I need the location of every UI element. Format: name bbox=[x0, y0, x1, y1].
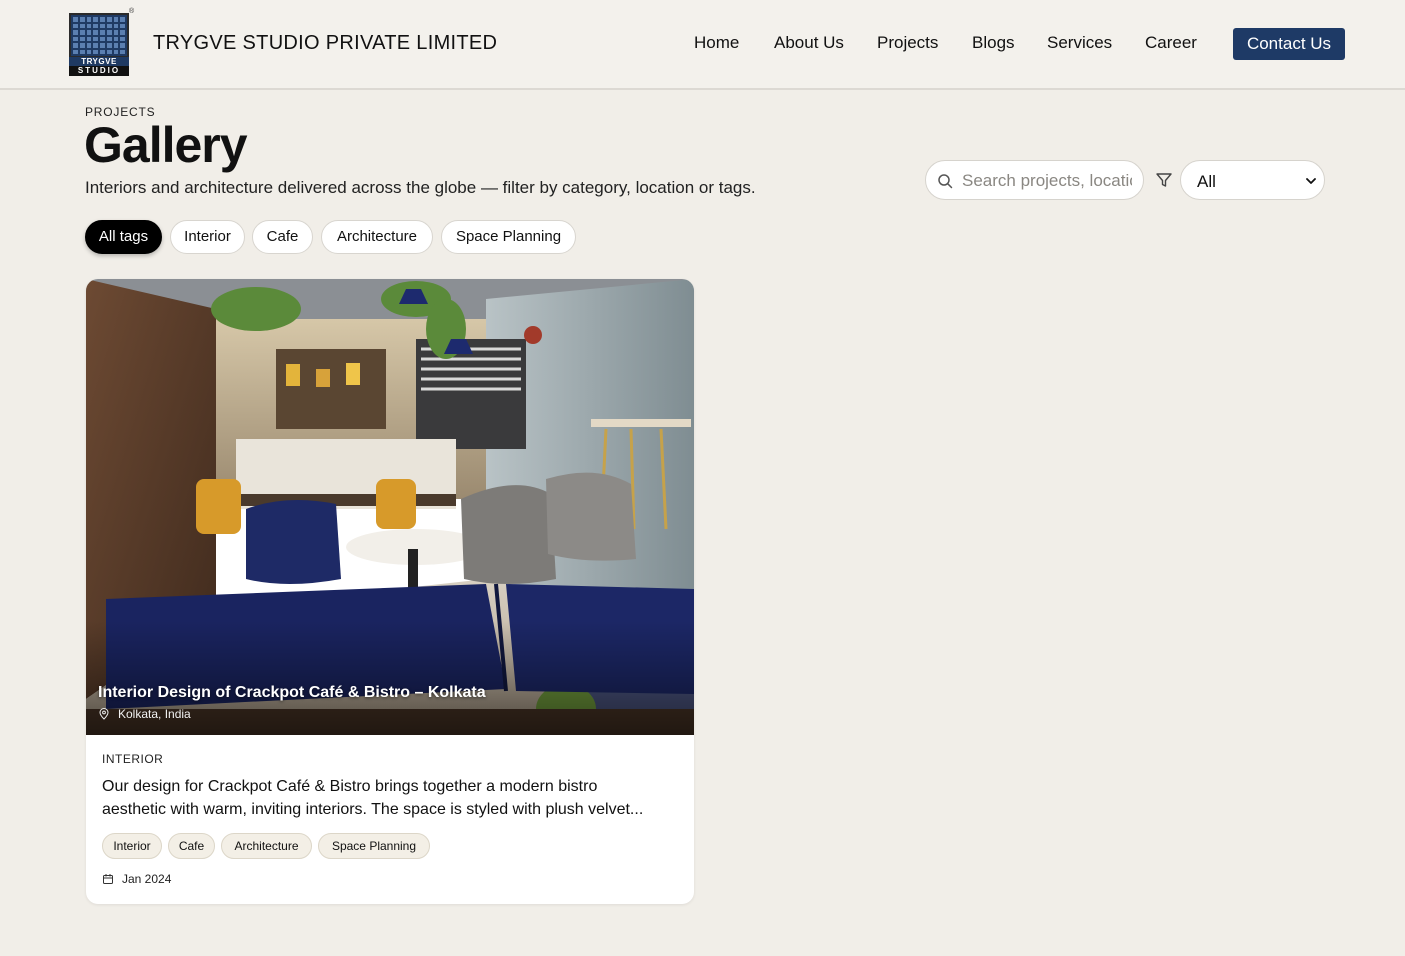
card-tag-cafe[interactable]: Cafe bbox=[168, 833, 215, 859]
calendar-icon bbox=[103, 874, 113, 884]
project-card[interactable]: Interior Design of Crackpot Café & Bistr… bbox=[86, 279, 694, 904]
card-tag-space-planning[interactable]: Space Planning bbox=[318, 833, 430, 859]
card-title[interactable]: Interior Design of Crackpot Café & Bistr… bbox=[98, 684, 486, 702]
trygve-logo[interactable]: TRYGVE STUDIO ® bbox=[69, 8, 135, 77]
card-description-line-1: Our design for Crackpot Café & Bistro br… bbox=[102, 778, 598, 795]
chevron-down-icon bbox=[1306, 178, 1316, 184]
logo-grid-mark bbox=[69, 13, 129, 58]
tag-chip-interior[interactable]: Interior bbox=[170, 220, 245, 254]
card-tag-interior[interactable]: Interior bbox=[102, 833, 162, 859]
tag-chip-all[interactable]: All tags bbox=[85, 220, 162, 254]
location-pin-icon bbox=[99, 708, 109, 720]
nav-home[interactable]: Home bbox=[694, 33, 739, 53]
brand-name[interactable]: TRYGVE STUDIO PRIVATE LIMITED bbox=[153, 32, 497, 55]
search-box[interactable] bbox=[925, 160, 1144, 200]
page-title: Gallery bbox=[84, 117, 248, 173]
tag-chip-architecture[interactable]: Architecture bbox=[321, 220, 433, 254]
page-subtitle: Interiors and architecture delivered acr… bbox=[85, 178, 756, 197]
nav-services[interactable]: Services bbox=[1047, 33, 1112, 53]
card-location: Kolkata, India bbox=[118, 707, 191, 721]
search-input[interactable] bbox=[962, 169, 1132, 193]
tag-chip-space-planning[interactable]: Space Planning bbox=[441, 220, 576, 254]
nav-career[interactable]: Career bbox=[1145, 33, 1197, 53]
nav-projects[interactable]: Projects bbox=[877, 33, 938, 53]
logo-text-top: TRYGVE bbox=[69, 57, 129, 66]
tag-chip-cafe[interactable]: Cafe bbox=[252, 220, 313, 254]
card-description: Our design for Crackpot Café & Bistro br… bbox=[102, 775, 682, 821]
logo-text-bottom: STUDIO bbox=[69, 66, 129, 76]
card-date: Jan 2024 bbox=[122, 872, 172, 886]
card-tag-architecture[interactable]: Architecture bbox=[221, 833, 312, 859]
nav-about-us[interactable]: About Us bbox=[774, 33, 844, 53]
search-icon bbox=[938, 174, 953, 189]
site-header: TRYGVE STUDIO ® TRYGVE STUDIO PRIVATE LI… bbox=[0, 0, 1405, 90]
category-select-value: All bbox=[1197, 172, 1216, 191]
card-description-line-2: aesthetic with warm, inviting interiors.… bbox=[102, 801, 644, 818]
filter-icon[interactable] bbox=[1155, 171, 1173, 189]
card-category: INTERIOR bbox=[102, 752, 164, 766]
project-photo[interactable] bbox=[86, 279, 694, 735]
contact-us-button[interactable]: Contact Us bbox=[1233, 28, 1345, 60]
category-select[interactable]: All bbox=[1180, 160, 1325, 200]
nav-blogs[interactable]: Blogs bbox=[972, 33, 1015, 53]
registered-mark: ® bbox=[129, 8, 135, 15]
